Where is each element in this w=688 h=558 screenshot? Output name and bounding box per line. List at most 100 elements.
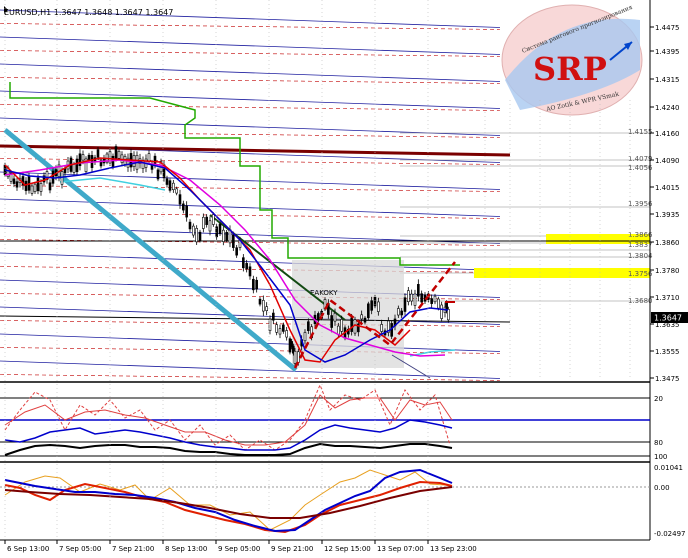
osc2-label-top: 0.01041 [654, 464, 683, 472]
candle-body [48, 182, 52, 191]
level-label: 1.4056 [628, 164, 653, 172]
candle-body [156, 169, 160, 180]
candle-body [225, 231, 228, 241]
price-label: 1.4395 [655, 48, 680, 56]
candle-body [363, 317, 367, 323]
candle-body [81, 154, 85, 161]
candle-body [245, 263, 248, 270]
candle-body [403, 297, 407, 312]
candle-body [168, 180, 172, 191]
candle-body [420, 293, 423, 303]
osc1-label-100: 100 [654, 453, 667, 461]
candle-body [367, 303, 370, 319]
candle-body [360, 314, 363, 320]
price-label: 1.4240 [655, 104, 680, 112]
time-label: 9 Sep 05:00 [218, 545, 260, 553]
price-label: 1.4015 [655, 184, 680, 192]
candle-body [235, 247, 238, 256]
candle-body [430, 298, 433, 304]
price-label: 1.3935 [655, 211, 680, 219]
candle-body [317, 313, 320, 321]
price-label: 1.4090 [655, 157, 680, 165]
price-label: 1.3475 [655, 375, 680, 383]
time-label: 7 Sep 05:00 [59, 545, 101, 553]
candle-body [437, 298, 440, 309]
level-label: 1.3756 [628, 270, 653, 278]
trading-chart[interactable]: EAKOKY SRP Система рангового прогнозиров… [0, 0, 688, 558]
candle-body [303, 332, 307, 342]
osc2-label-zero: 0.00 [654, 484, 670, 492]
candle-body [255, 279, 258, 290]
time-label: 6 Sep 13:00 [7, 545, 49, 553]
candle-body [72, 163, 76, 173]
candle-body [212, 214, 215, 225]
candle-body [178, 194, 182, 205]
candle-body [275, 324, 278, 333]
candle-body [350, 317, 353, 332]
candle-body [262, 300, 265, 312]
time-label: 8 Sep 13:00 [165, 545, 207, 553]
candle-body [165, 178, 169, 185]
candle-body [285, 330, 288, 338]
level-label: 1.3680 [628, 297, 653, 305]
candle-body [232, 234, 235, 248]
candle-body [397, 308, 400, 316]
level-label: 1.3804 [628, 252, 653, 260]
candle-body [417, 284, 420, 297]
candle-body [330, 315, 333, 328]
candle-body [30, 185, 34, 194]
candle-body [407, 290, 410, 302]
candle-body [111, 155, 115, 167]
candle-body [78, 153, 82, 167]
level-label: 1.4155 [628, 128, 653, 136]
candle-body [198, 231, 202, 241]
osc1-label-20: 20 [654, 395, 663, 403]
candle-body [252, 278, 255, 291]
candle-body [117, 150, 121, 159]
candle-body [433, 295, 437, 303]
candle-body [12, 178, 16, 184]
price-label: 1.4315 [655, 76, 680, 84]
candle-body [75, 158, 79, 173]
price-label: 1.4475 [655, 24, 680, 32]
candle-body [222, 229, 225, 242]
logo-text: SRP [533, 50, 607, 88]
price-label: 1.3635 [655, 321, 680, 329]
candle-body [258, 298, 262, 305]
candle-body [293, 350, 297, 364]
candle-body [208, 220, 212, 232]
candle-body [202, 216, 205, 229]
candle-body [440, 304, 443, 319]
highlight-level-1756 [474, 268, 650, 278]
candle-body [265, 306, 268, 311]
candle-body [147, 153, 151, 162]
candle-body [188, 221, 192, 230]
time-label: 12 Sep 15:00 [324, 545, 371, 553]
candle-body [205, 216, 208, 225]
candle-body [400, 310, 403, 316]
price-label: 1.3555 [655, 348, 680, 356]
candle-body [410, 293, 413, 302]
candle-body [87, 154, 91, 160]
candle-body [36, 177, 40, 192]
candle-body [278, 328, 282, 335]
candle-body [282, 324, 285, 332]
level-label: 1.4079 [628, 155, 653, 163]
candle-body [24, 180, 28, 191]
level-label: 1.3837 [628, 241, 653, 249]
candle-body [33, 183, 37, 192]
price-label: 1.3860 [655, 239, 680, 247]
candle-body [380, 324, 383, 332]
candle-body [242, 257, 245, 269]
candle-body [413, 293, 417, 306]
osc1-label-80: 80 [654, 439, 663, 447]
candle-body [175, 188, 178, 194]
candle-body [272, 312, 275, 321]
candle-body [337, 325, 340, 335]
price-label: 1.3710 [655, 294, 680, 302]
candle-body [39, 183, 43, 192]
candle-body [218, 223, 222, 234]
candle-body [114, 146, 118, 160]
candle-body [172, 182, 175, 191]
candle-body [340, 319, 343, 332]
